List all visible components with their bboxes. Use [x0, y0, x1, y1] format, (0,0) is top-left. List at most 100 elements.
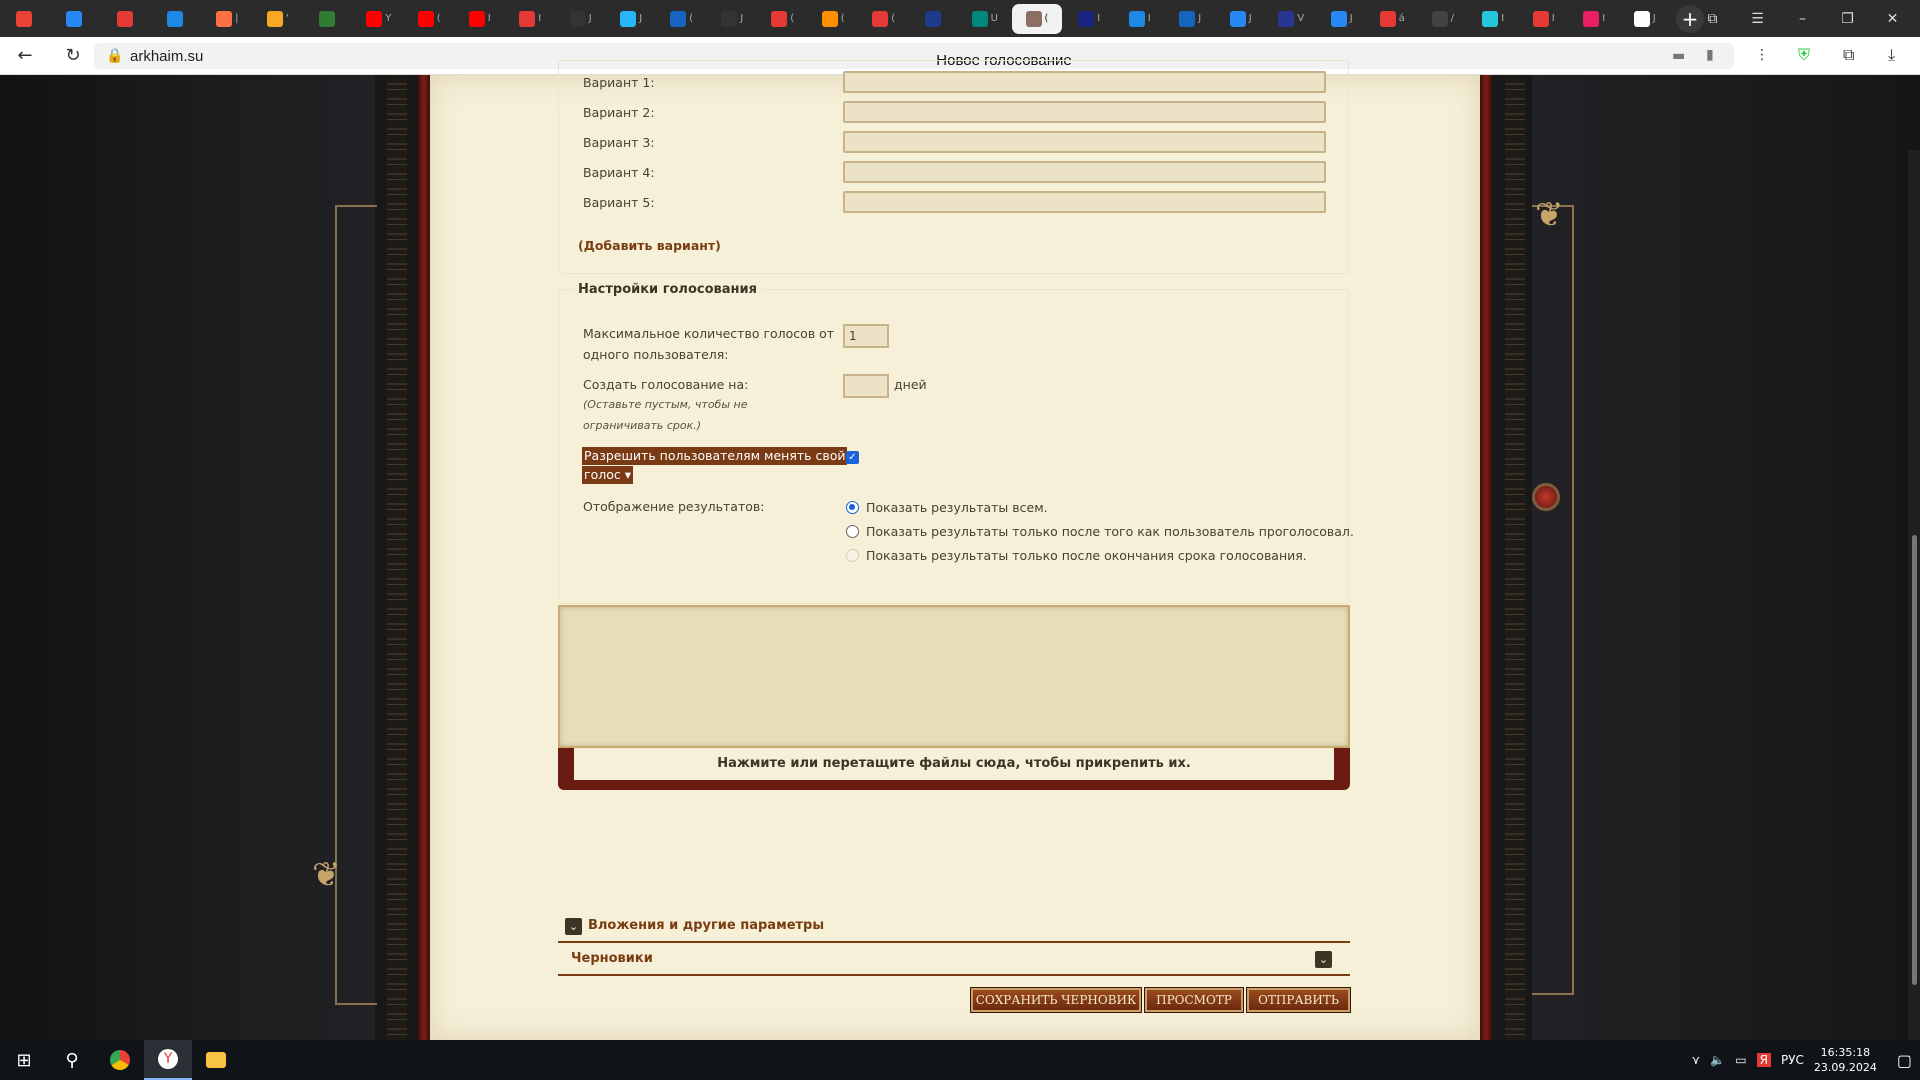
- browser-tab[interactable]: (: [404, 4, 455, 34]
- browser-tab[interactable]: U: [960, 4, 1011, 34]
- app-tray-icon[interactable]: Я: [1756, 1053, 1771, 1067]
- browser-tab[interactable]: (: [859, 4, 910, 34]
- red-border-left: [418, 75, 430, 1040]
- browser-tab[interactable]: I: [1064, 4, 1115, 34]
- browser-tab[interactable]: [0, 4, 51, 34]
- protect-icon[interactable]: ⛨: [1798, 45, 1810, 65]
- drafts-section-toggle[interactable]: Черновики: [571, 951, 653, 966]
- display-icon[interactable]: ▭: [1735, 1053, 1746, 1067]
- browser-tab[interactable]: I: [1519, 4, 1570, 34]
- chat-icon[interactable]: ▬: [1672, 48, 1685, 64]
- option-input[interactable]: [843, 101, 1326, 123]
- yandex-browser-icon[interactable]: Y: [144, 1040, 192, 1080]
- allow-change-checkbox[interactable]: ✓: [846, 451, 859, 464]
- option-input[interactable]: [843, 71, 1326, 93]
- browser-tab[interactable]: V: [1266, 4, 1317, 34]
- browser-tab[interactable]: (: [758, 4, 809, 34]
- windows-start-icon[interactable]: ⊞: [0, 1040, 48, 1080]
- file-explorer-icon[interactable]: [192, 1040, 240, 1080]
- duration-hint: (Оставьте пустым, чтобы не: [583, 398, 748, 411]
- tab-title: V: [1297, 13, 1305, 24]
- red-border-right: [1480, 75, 1492, 1040]
- expand-icon[interactable]: ⌄: [565, 918, 582, 935]
- max-votes-label: Максимальное количество голосов от: [583, 326, 835, 341]
- browser-tab[interactable]: J: [1317, 4, 1368, 34]
- rune-border-left: [387, 75, 407, 1040]
- browser-tab[interactable]: [909, 4, 960, 34]
- option-input[interactable]: [843, 131, 1326, 153]
- network-icon[interactable]: ⋎: [1692, 1053, 1701, 1067]
- browser-tab[interactable]: Y: [354, 4, 405, 34]
- browser-tab[interactable]: J: [1620, 4, 1671, 34]
- scrollbar[interactable]: [1908, 150, 1920, 1040]
- browser-tab[interactable]: I: [455, 4, 506, 34]
- tab-title: |: [235, 13, 239, 24]
- results-radio[interactable]: [846, 549, 859, 562]
- app-icon: [924, 10, 941, 27]
- bookmark-icon[interactable]: ▮: [1706, 47, 1714, 63]
- tab-title: I: [1551, 13, 1555, 24]
- browser-tab[interactable]: |: [202, 4, 253, 34]
- browser-tab[interactable]: (: [657, 4, 708, 34]
- collections-icon[interactable]: ⧉: [1843, 45, 1854, 65]
- browser-tab[interactable]: (: [1012, 3, 1062, 34]
- close-button[interactable]: ✕: [1870, 11, 1915, 27]
- attachments-section-toggle[interactable]: Вложения и другие параметры: [588, 918, 824, 933]
- duration-label: Создать голосование на:: [583, 377, 749, 392]
- file-dropzone[interactable]: Нажмите или перетащите файлы сюда, чтобы…: [574, 748, 1334, 780]
- option-input[interactable]: [843, 161, 1326, 183]
- browser-tab[interactable]: I: [505, 4, 556, 34]
- preview-button[interactable]: ПРОСМОТР: [1145, 988, 1243, 1012]
- reload-icon[interactable]: ↻: [58, 45, 88, 66]
- results-radio[interactable]: [846, 525, 859, 538]
- app-icon: [1431, 10, 1448, 27]
- restore-button[interactable]: ❐: [1825, 11, 1870, 27]
- browser-tab[interactable]: á: [1367, 4, 1418, 34]
- minimize-button[interactable]: –: [1780, 11, 1825, 27]
- browser-tab[interactable]: I: [1569, 4, 1620, 34]
- app-icon: [721, 10, 738, 27]
- browser-tab[interactable]: J: [707, 4, 758, 34]
- results-radio[interactable]: [846, 501, 859, 514]
- yandex-icon: [1532, 10, 1549, 27]
- app-icon: [670, 10, 687, 27]
- app-icon: [116, 10, 133, 27]
- tab-title: á: [1398, 13, 1405, 24]
- menu-icon[interactable]: ☰: [1735, 11, 1780, 27]
- download-icon[interactable]: ⤓: [1888, 45, 1895, 65]
- chrome-icon[interactable]: [96, 1040, 144, 1080]
- background-right: [1532, 75, 1920, 1040]
- volume-icon[interactable]: 🔈: [1710, 1053, 1725, 1067]
- browser-tab[interactable]: I: [1115, 4, 1166, 34]
- clock[interactable]: 16:35:18 23.09.2024: [1814, 1045, 1877, 1075]
- browser-tab[interactable]: I: [1468, 4, 1519, 34]
- browser-tab[interactable]: J: [1165, 4, 1216, 34]
- message-editor[interactable]: [558, 605, 1350, 748]
- add-option-link[interactable]: (Добавить вариант): [578, 238, 721, 253]
- submit-button[interactable]: ОТПРАВИТЬ: [1247, 988, 1350, 1012]
- browser-tab[interactable]: [51, 4, 102, 34]
- browser-tab[interactable]: (: [808, 4, 859, 34]
- save-draft-button[interactable]: СОХРАНИТЬ ЧЕРНОВИК: [971, 988, 1141, 1012]
- more-icon[interactable]: ⋮: [1755, 47, 1769, 63]
- browser-tab[interactable]: J: [606, 4, 657, 34]
- duration-input[interactable]: [843, 374, 889, 398]
- option-input[interactable]: [843, 191, 1326, 213]
- search-icon[interactable]: ⚲: [48, 1040, 96, 1080]
- scrollbar-thumb[interactable]: [1912, 535, 1917, 985]
- max-votes-input[interactable]: 1: [843, 324, 889, 348]
- browser-tab[interactable]: J: [1216, 4, 1267, 34]
- tab-manager-icon[interactable]: ⧉: [1690, 11, 1735, 27]
- browser-tab[interactable]: ': [253, 4, 304, 34]
- language-indicator[interactable]: РУС: [1781, 1053, 1804, 1067]
- browser-tab[interactable]: /: [1418, 4, 1469, 34]
- tab-title: ': [285, 13, 289, 24]
- expand-icon[interactable]: ⌄: [1315, 951, 1332, 968]
- browser-tab[interactable]: [303, 4, 354, 34]
- browser-tab[interactable]: [152, 4, 203, 34]
- browser-tab[interactable]: [101, 4, 152, 34]
- back-icon[interactable]: ←: [10, 45, 40, 66]
- tab-title: (: [436, 13, 441, 24]
- browser-tab[interactable]: J: [556, 4, 607, 34]
- notifications-icon[interactable]: ▢: [1897, 1051, 1912, 1070]
